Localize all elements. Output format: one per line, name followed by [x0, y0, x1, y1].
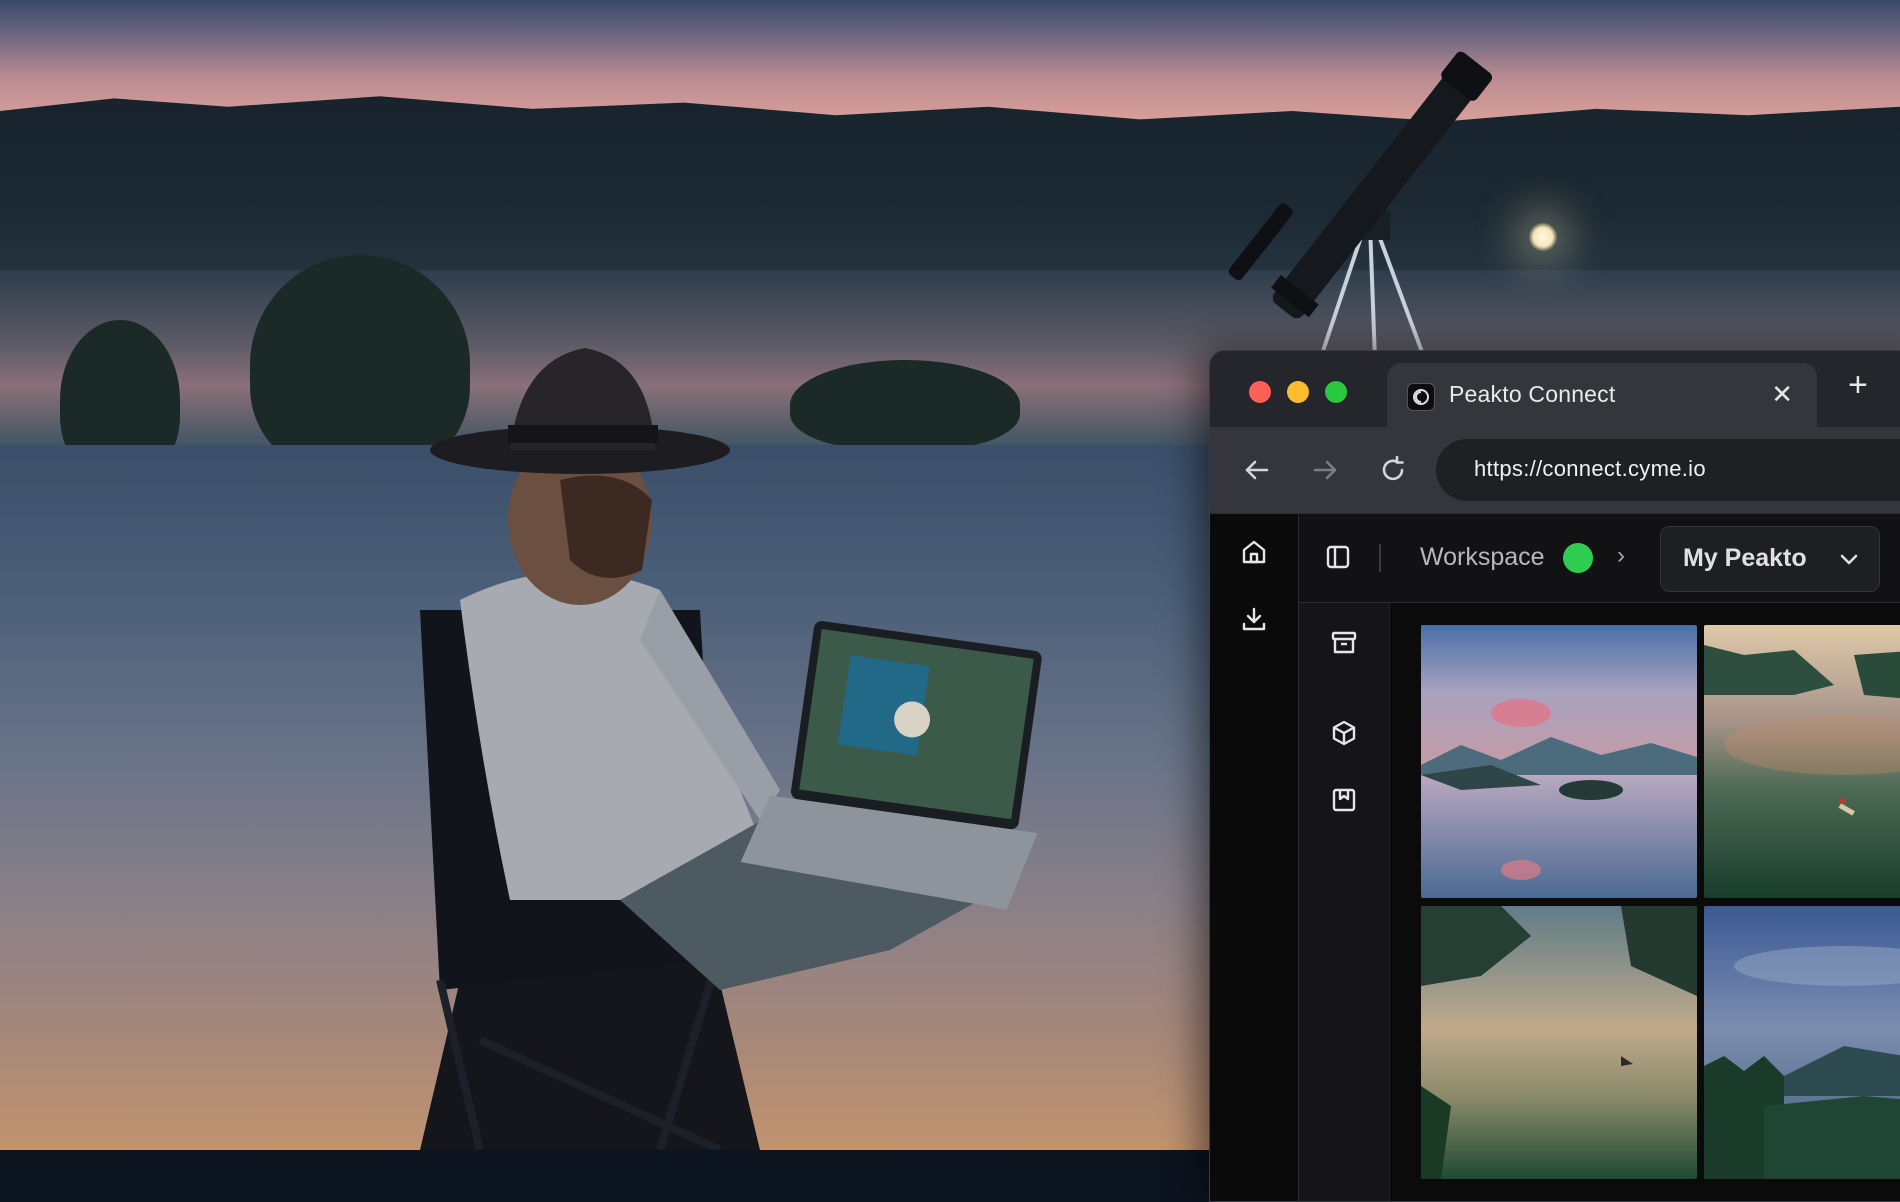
close-icon[interactable]: ✕ [1771, 379, 1793, 409]
bookmark-icon[interactable] [1327, 783, 1361, 817]
photo-thumbnail[interactable] [1421, 906, 1697, 1179]
sidebar-toggle-icon[interactable] [1321, 540, 1355, 574]
person-with-laptop [420, 348, 1042, 1150]
distant-treeline [0, 96, 1900, 300]
breadcrumb-workspace[interactable]: Workspace [1420, 543, 1545, 572]
window-minimize-button[interactable] [1287, 381, 1309, 403]
photo-thumbnail[interactable] [1421, 625, 1697, 898]
photo-thumbnail[interactable] [1704, 906, 1900, 1179]
main-rail [1210, 514, 1299, 1201]
navigation-bar: https://connect.cyme.io [1210, 427, 1900, 514]
reload-icon[interactable] [1376, 453, 1410, 487]
url-text: https://connect.cyme.io [1474, 456, 1706, 481]
arrow-left-icon[interactable] [1240, 453, 1274, 487]
photo-thumbnail[interactable] [1704, 625, 1900, 898]
download-icon[interactable] [1237, 602, 1271, 636]
tab-peakto-connect[interactable]: Peakto Connect ✕ [1387, 363, 1817, 427]
tab-bar: Peakto Connect ✕ + [1210, 351, 1900, 427]
chevron-down-icon [1840, 554, 1858, 565]
window-close-button[interactable] [1249, 381, 1271, 403]
plus-icon[interactable]: + [1848, 365, 1868, 405]
home-icon[interactable] [1237, 535, 1271, 569]
archive-icon[interactable] [1327, 625, 1361, 659]
dropdown-label: My Peakto [1683, 544, 1807, 572]
moon [1528, 222, 1558, 252]
library-dropdown[interactable]: My Peakto [1660, 526, 1880, 592]
window-maximize-button[interactable] [1325, 381, 1347, 403]
secondary-rail [1299, 603, 1390, 1201]
address-bar[interactable]: https://connect.cyme.io [1436, 439, 1900, 501]
app-topbar: Workspace › My Peakto [1299, 514, 1900, 603]
chevron-right-icon: › [1617, 542, 1625, 569]
divider [1379, 544, 1381, 572]
browser-window: Peakto Connect ✕ + https://connect.cyme.… [1209, 350, 1900, 1202]
workspace-status-dot [1563, 543, 1593, 573]
tab-title: Peakto Connect [1449, 381, 1616, 407]
telescope [1228, 51, 1493, 360]
peakto-logo-icon [1407, 383, 1435, 411]
cube-icon[interactable] [1327, 716, 1361, 750]
peakto-app: Workspace › My Peakto [1210, 514, 1900, 1201]
arrow-right-icon[interactable] [1308, 453, 1342, 487]
